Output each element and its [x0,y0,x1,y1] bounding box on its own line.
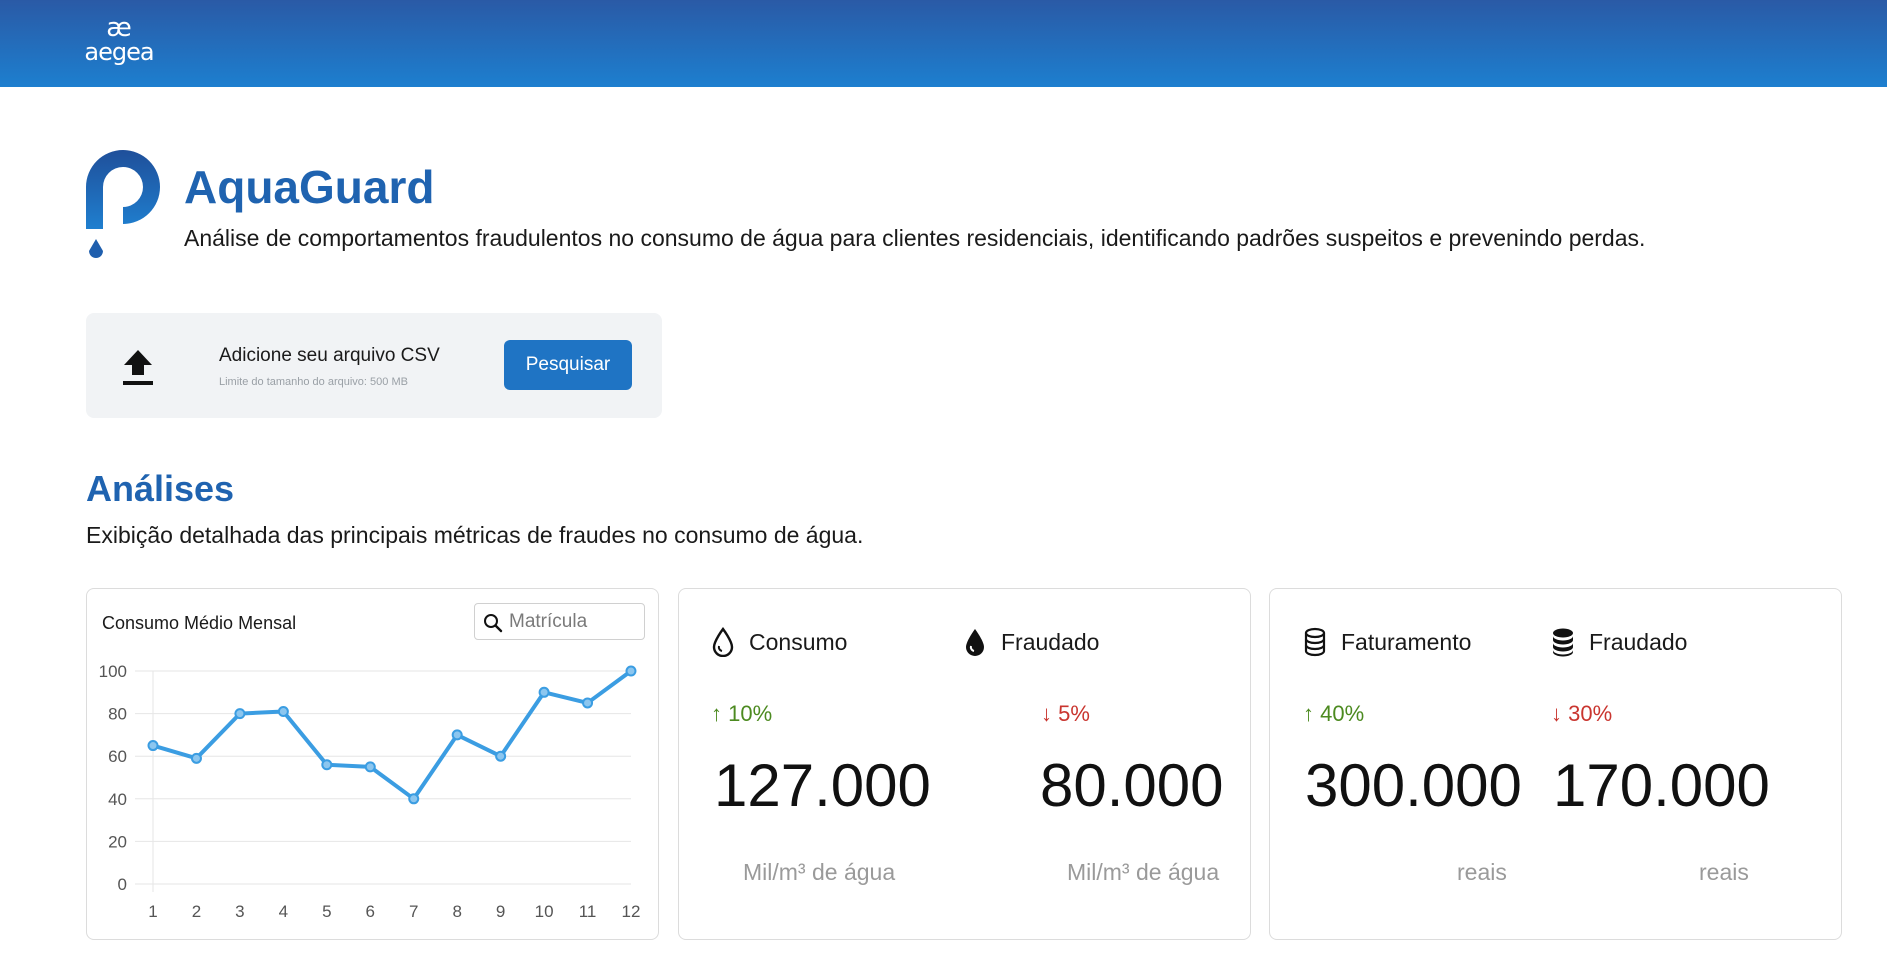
data-point [190,752,202,764]
x-tick-label: 5 [322,902,331,921]
metric-label: Fraudado [1001,629,1100,655]
analyses-subtitle: Exibição detalhada das principais métric… [86,522,864,548]
metric-value: 127.000 [714,752,931,819]
x-tick-label: 2 [192,902,201,921]
monthly-consumption-card: Consumo Médio Mensal 0204060801001234567… [86,588,659,940]
y-tick-label: 0 [118,875,127,894]
x-tick-label: 8 [452,902,461,921]
data-point [147,740,159,752]
x-tick-label: 7 [409,902,418,921]
consumption-card: Consumo ↑ 10% 127.000 Mil/m³ de água Fra… [678,588,1251,940]
x-tick-label: 3 [235,902,244,921]
line-chart: 0204060801001 2 3 4 5 6 7 8 9 10 11 12 [99,662,641,921]
metric-unit: reais [1457,859,1507,885]
x-tick-label: 6 [366,902,375,921]
y-tick-label: 40 [108,790,127,809]
metric-faturamento-fraudado: Fraudado ↓ 30% 170.000 reais [1551,589,1831,939]
y-tick-label: 60 [108,747,127,766]
data-point [234,708,246,720]
x-tick-label: 11 [579,902,597,921]
x-tick-label: 9 [496,902,505,921]
data-point [495,750,507,762]
analyses-title: Análises [86,468,235,509]
water-drop-filled-icon [966,629,984,656]
x-tick-label: 12 [622,902,641,921]
metric-value: 300.000 [1305,752,1522,819]
upload-size-limit: Limite do tamanho do arquivo: 500 MB [219,376,408,388]
x-tick-label: 4 [279,902,288,921]
upload-icon[interactable] [122,347,154,387]
search-button[interactable]: Pesquisar [504,340,632,390]
water-drop-outline-icon [712,627,734,657]
metric-value: 80.000 [1040,752,1224,819]
upload-title[interactable]: Adicione seu arquivo CSV [219,345,440,367]
y-tick-label: 80 [108,705,127,724]
x-tick-label: 1 [148,902,157,921]
data-point [364,761,376,773]
top-bar: æ aegea [0,0,1887,87]
metric-value: 170.000 [1553,752,1770,819]
aegea-logo[interactable]: æ aegea [84,13,154,66]
metric-label: Consumo [749,629,848,655]
app-subtitle: Análise de comportamentos fraudulentos n… [184,225,1646,251]
y-tick-label: 100 [99,662,127,681]
database-outline-icon [1304,627,1326,657]
data-point [408,793,420,805]
database-filled-icon [1553,628,1573,657]
metric-consumo: Consumo ↑ 10% 127.000 Mil/m³ de água [711,589,991,939]
series-line [152,669,633,801]
metric-delta: ↑ 10% [711,701,773,726]
brand-name: aegea [84,38,154,66]
data-point [538,686,550,698]
y-tick-label: 20 [108,832,127,851]
metric-unit: Mil/m³ de água [1067,859,1220,885]
data-point [321,759,333,771]
data-point [582,697,594,709]
metric-faturamento: Faturamento ↑ 40% 300.000 reais [1303,589,1583,939]
brand-mark: æ [106,13,132,43]
aquaguard-logo-icon [86,150,160,258]
metric-delta: ↓ 5% [1041,701,1090,726]
metric-delta: ↑ 40% [1303,701,1365,726]
data-point [277,705,289,717]
metric-unit: Mil/m³ de água [743,859,896,885]
data-point [451,729,463,741]
x-tick-label: 10 [535,902,554,921]
app-title: AquaGuard [184,161,435,213]
metric-delta: ↓ 30% [1551,701,1613,726]
metric-consumo-fraudado: Fraudado ↓ 5% 80.000 Mil/m³ de água [963,589,1243,939]
billing-card: Faturamento ↑ 40% 300.000 reais Fraudado… [1269,588,1842,940]
upload-panel: Adicione seu arquivo CSV Limite do taman… [86,313,662,418]
metric-unit: reais [1699,859,1749,885]
data-point [625,665,637,677]
metric-label: Faturamento [1341,629,1472,655]
metric-label: Fraudado [1589,629,1688,655]
